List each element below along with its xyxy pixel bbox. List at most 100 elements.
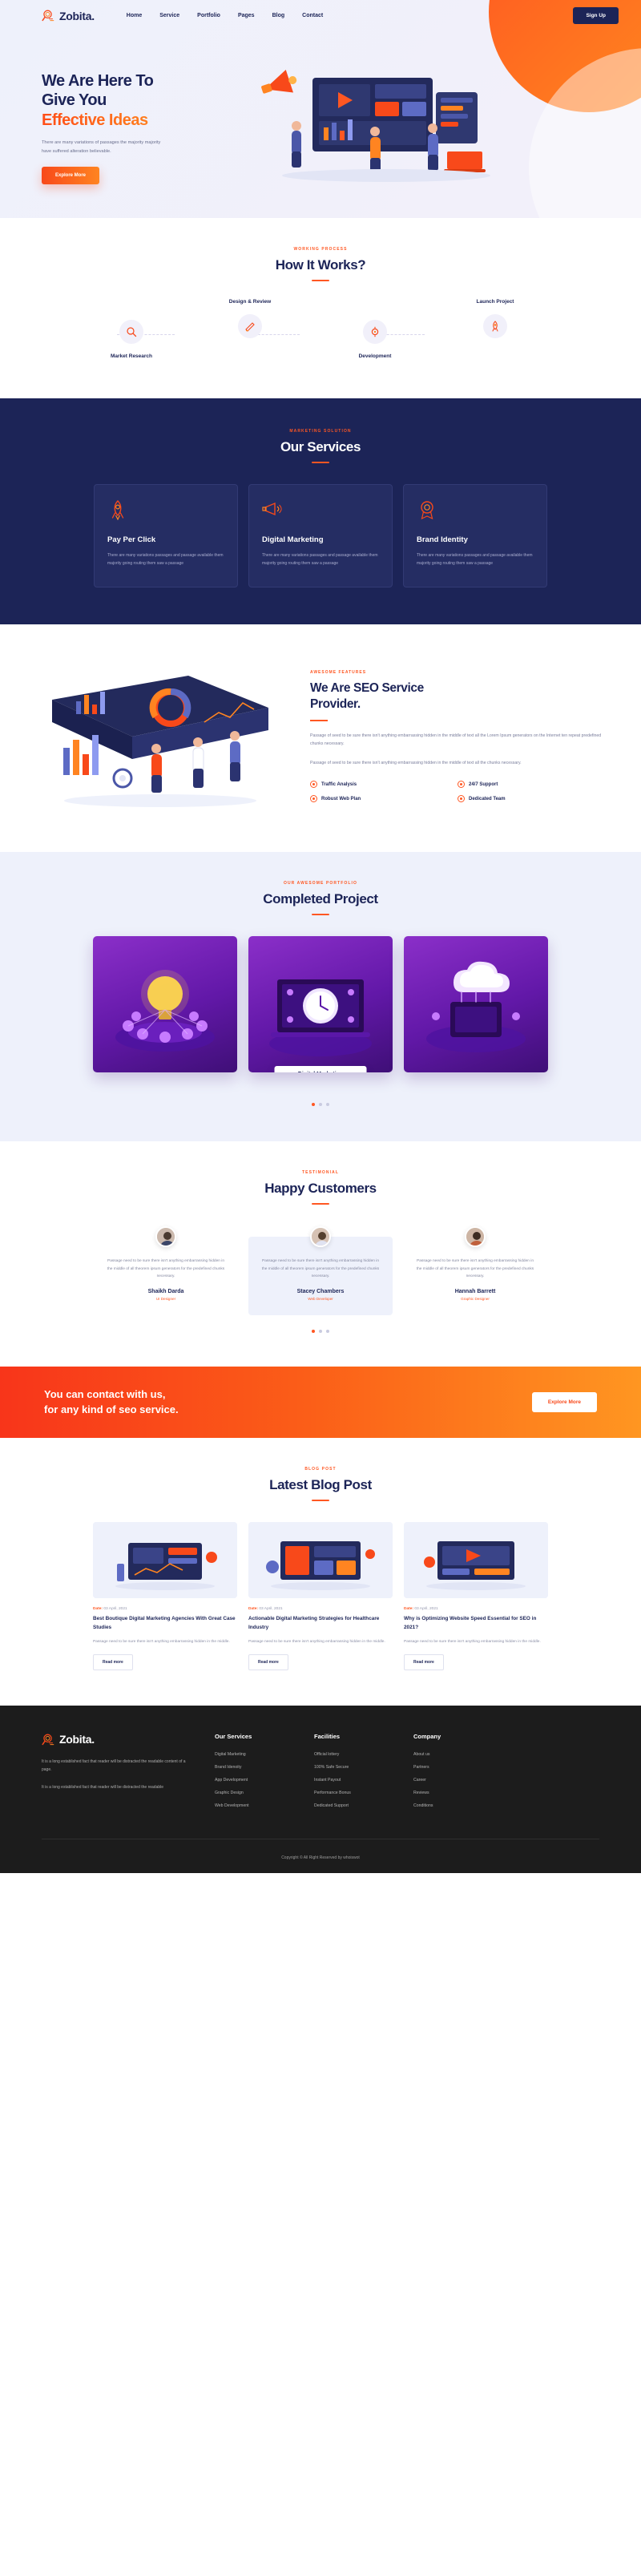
blog-post-title[interactable]: Why is Optimizing Website Speed Essentia… (404, 1615, 548, 1632)
nav-item-portfolio[interactable]: Portfolio (197, 13, 220, 18)
portfolio-carousel-dots[interactable] (0, 1103, 641, 1106)
portfolio-card-cloud[interactable] (404, 936, 548, 1072)
footer-link[interactable]: Web Development (215, 1803, 293, 1808)
brand-logo[interactable]: Zobita. (42, 9, 95, 22)
footer-about-text-2: It is a long established fact that reade… (42, 1784, 164, 1790)
how-it-works-steps: Market Research Design & Review Developm… (0, 299, 641, 369)
step-development[interactable]: Development (337, 320, 413, 359)
footer-about: Zobita. It is a long established fact th… (42, 1733, 194, 1816)
testimonial-tag: TESTIMONIAL (302, 1170, 339, 1175)
seo-title-line2: Provider. (310, 696, 361, 711)
nav-item-home[interactable]: Home (127, 13, 142, 18)
footer-link[interactable]: Instant Payout (314, 1778, 393, 1783)
clock-laptop-art (269, 979, 372, 1056)
testimonial-card-row: Passage need to be sure there isn't anyt… (0, 1226, 641, 1315)
nav-item-contact[interactable]: Contact (302, 13, 323, 18)
section-underline (312, 462, 329, 463)
blog-post-title[interactable]: Best Boutique Digital Marketing Agencies… (93, 1615, 237, 1632)
carousel-dot-3[interactable] (326, 1329, 329, 1333)
footer-link[interactable]: Reviews (413, 1791, 492, 1795)
seo-underline (310, 720, 328, 722)
blog-read-more-button[interactable]: Read more (93, 1653, 133, 1670)
hero-character-mid (370, 127, 381, 174)
portfolio-card-clock[interactable]: Digital Marketing Marketing, Branding (248, 936, 393, 1072)
services-title: Our Services (280, 439, 361, 454)
footer-link[interactable]: Brand Idenoity (215, 1765, 293, 1770)
hero-explore-button[interactable]: Explore More (42, 166, 100, 184)
carousel-dot-2[interactable] (319, 1329, 322, 1333)
blog-card-2[interactable]: Date: 03 April, 2021 Actionable Digital … (248, 1522, 393, 1670)
footer-link[interactable]: Graphic Design (215, 1791, 293, 1795)
blog-read-more-button[interactable]: Read more (404, 1653, 444, 1670)
service-card-text: There are many variations passages and p… (107, 553, 224, 566)
carousel-dot-2[interactable] (319, 1103, 322, 1106)
step-market-research[interactable]: Market Research (93, 320, 170, 359)
nav-item-pages[interactable]: Pages (238, 13, 255, 18)
testimonial-card-3[interactable]: Passage need to be sure there isn't anyt… (403, 1226, 547, 1315)
testimonial-carousel-dots[interactable] (0, 1329, 641, 1333)
portfolio-caption[interactable]: Digital Marketing Marketing, Branding (274, 1066, 367, 1072)
footer-link[interactable]: Digital Marketing (215, 1752, 293, 1757)
blog-date-label: Date: (404, 1607, 413, 1612)
footer-about-text-1: It is a long established fact that reade… (42, 1758, 186, 1773)
cta-explore-button[interactable]: Explore More (531, 1392, 597, 1413)
footer-link[interactable]: Performance Bonus (314, 1791, 393, 1795)
blog-date: Date: 03 April, 2021 (248, 1607, 393, 1611)
footer-column-facilities: Facilities Official lottery 100% Safe Se… (314, 1733, 393, 1816)
pen-ruler-icon (238, 314, 262, 338)
footer-column-heading: Our Services (215, 1732, 252, 1740)
blog-card-1[interactable]: Date: 03 April, 2021 Best Boutique Digit… (93, 1522, 237, 1670)
footer-link[interactable]: Career (413, 1778, 492, 1783)
nav-item-service[interactable]: Service (159, 13, 179, 18)
footer-link[interactable]: Conditions (413, 1803, 492, 1808)
page-root: Zobita. Home Service Portfolio Pages Blo… (0, 0, 641, 1873)
testimonial-name: Hannah Barrett (454, 1288, 496, 1294)
hero-text-block: We Are Here To Give You Effective Ideas … (42, 54, 210, 186)
footer-column-our-services: Our Services Digital Marketing Brand Ide… (215, 1733, 293, 1816)
service-card-digital-marketing[interactable]: Digital Marketing There are many variati… (248, 484, 393, 587)
portfolio-section: OUR AWESOME PORTFOLIO Completed Project (0, 852, 641, 1141)
footer-link[interactable]: About us (413, 1752, 492, 1757)
footer-link[interactable]: App Development (215, 1778, 293, 1783)
hero-content: We Are Here To Give You Effective Ideas … (0, 31, 641, 186)
blog-date-label: Date: (248, 1607, 258, 1612)
seo-text-block: AWESOME FEATURES We Are SEO Service Prov… (310, 667, 605, 810)
nav-item-blog[interactable]: Blog (272, 13, 285, 18)
carousel-dot-3[interactable] (326, 1103, 329, 1106)
portfolio-card-bulb[interactable] (93, 936, 237, 1072)
testimonial-card-2[interactable]: Passage need to be sure there isn't anyt… (248, 1226, 393, 1315)
hero-illustration-svg (261, 69, 490, 182)
blog-card-3[interactable]: Date: 03 April, 2021 Why is Optimizing W… (404, 1522, 548, 1670)
blog-read-more-button[interactable]: Read more (248, 1653, 288, 1670)
footer-link[interactable]: Official lottery (314, 1752, 393, 1757)
blog-post-title[interactable]: Actionable Digital Marketing Strategies … (248, 1615, 393, 1632)
footer-link[interactable]: 100% Safe Secure (314, 1765, 393, 1770)
check-dot-icon (310, 795, 317, 803)
hero-heading-line2: Give You (42, 91, 107, 110)
seo-title: We Are SEO Service Provider. (310, 680, 605, 713)
footer-link[interactable]: Partners (413, 1765, 492, 1770)
seo-paragraph-1: Passage of seed to be sure there isn't a… (310, 733, 602, 747)
blog-illustration-1 (93, 1522, 237, 1599)
seo-illustration-svg (52, 676, 268, 807)
magnifier-chart-icon (42, 9, 55, 22)
badge-idea-icon (417, 499, 534, 524)
cloud-phone-art (426, 961, 526, 1052)
footer-link[interactable]: Dedicated Support (314, 1803, 393, 1808)
footer-brand-logo[interactable]: Zobita. (42, 1733, 194, 1746)
step-design-review[interactable]: Design & Review (212, 299, 288, 338)
hero-heading: We Are Here To Give You Effective Ideas (42, 71, 210, 130)
section-underline (312, 1500, 329, 1502)
blog-thumbnail (404, 1522, 548, 1599)
seo-paragraph-2: Passage of seed to be sure there isn't a… (310, 760, 522, 765)
service-card-pay-per-click[interactable]: Pay Per Click There are many variations … (94, 484, 238, 587)
seo-feature-dedicated-team: Dedicated Team (458, 795, 605, 803)
step-launch-project[interactable]: Launch Project (457, 299, 534, 338)
service-card-brand-identity[interactable]: Brand Identity There are many variations… (403, 484, 547, 587)
carousel-dot-1[interactable] (312, 1103, 315, 1106)
step-label: Development (358, 353, 392, 359)
carousel-dot-1[interactable] (312, 1329, 315, 1333)
service-card-text: There are many variations passages and p… (417, 553, 533, 566)
testimonial-card-1[interactable]: Passage need to be sure there isn't anyt… (94, 1226, 238, 1315)
signup-button[interactable]: Sign Up (573, 7, 619, 24)
